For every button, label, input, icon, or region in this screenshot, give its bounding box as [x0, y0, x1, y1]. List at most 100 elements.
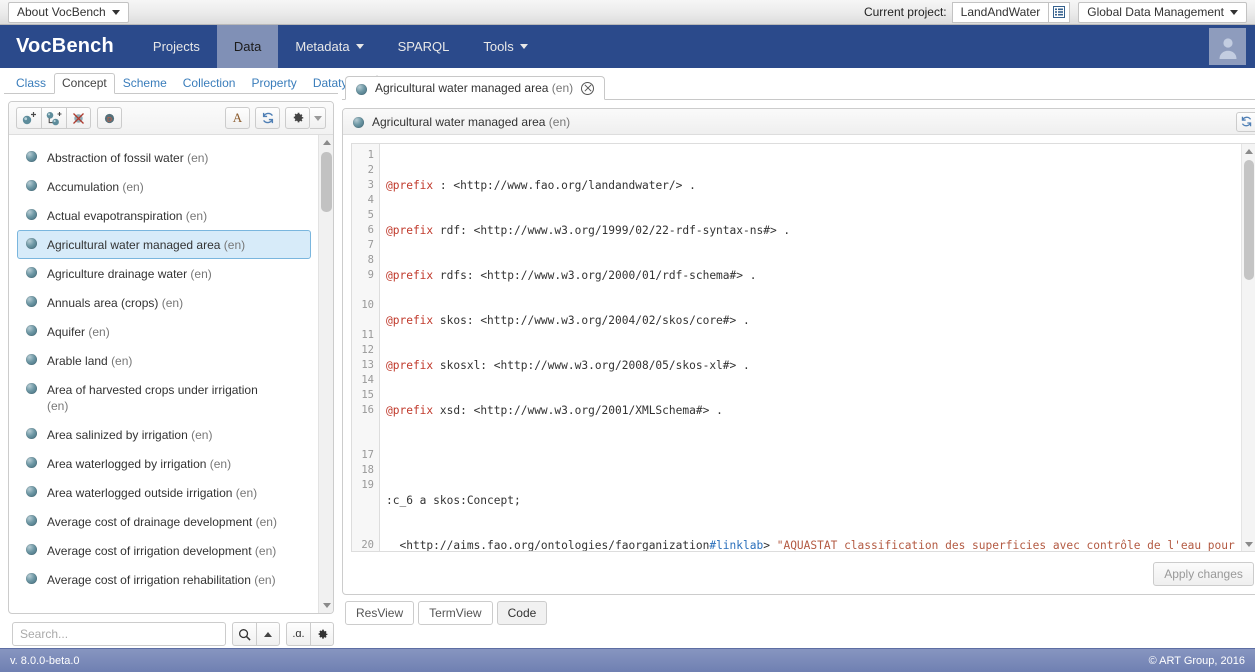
create-concept-icon[interactable]	[16, 107, 41, 129]
list-item[interactable]: Agriculture drainage water (en)	[17, 259, 311, 288]
code-text[interactable]: @prefix : <http://www.fao.org/landandwat…	[380, 144, 1255, 551]
nav-item-data-label: Data	[233, 39, 262, 54]
toggle-label-display-label: A	[232, 110, 243, 125]
toggle-label-display-button[interactable]: A	[225, 107, 250, 129]
concept-icon	[26, 515, 37, 526]
line-number: 8	[367, 254, 374, 266]
copyright-label: © ART Group, 2016	[1148, 654, 1245, 667]
concept-tree-list: Abstraction of fossil water (en) Accumul…	[9, 143, 333, 594]
refresh-icon[interactable]	[255, 107, 280, 129]
tab-concept[interactable]: Concept	[54, 73, 115, 94]
project-list-icon[interactable]	[1048, 1, 1071, 23]
nav-item-sparql-label: SPARQL	[397, 39, 450, 54]
tab-scheme-label: Scheme	[122, 76, 167, 90]
list-item[interactable]: Accumulation (en)	[17, 172, 311, 201]
scrollbar-thumb[interactable]	[321, 152, 332, 212]
concept-tree-panel: D A Abstraction of fossil water (en) Acc…	[8, 101, 334, 614]
search-language-button[interactable]: .ɑ.	[286, 622, 310, 646]
close-circle-icon[interactable]	[581, 81, 595, 95]
list-item[interactable]: Annuals area (crops) (en)	[17, 288, 311, 317]
tab-collection[interactable]: Collection	[175, 73, 244, 93]
line-number: 18	[361, 464, 374, 476]
nav-item-data[interactable]: Data	[216, 25, 279, 68]
concept-search-bar: .ɑ.	[12, 622, 334, 646]
code-line: :c_6 a skos:Concept;	[386, 494, 521, 507]
concept-tree[interactable]: Abstraction of fossil water (en) Accumul…	[9, 135, 333, 613]
apply-changes-button[interactable]: Apply changes	[1153, 562, 1254, 586]
tab-resview[interactable]: ResView	[345, 601, 415, 625]
list-item[interactable]: Actual evapotranspiration (en)	[17, 201, 311, 230]
code-editor-scrollbar[interactable]	[1240, 144, 1255, 551]
list-item[interactable]: Average cost of drainage development (en…	[17, 507, 311, 536]
concept-tree-scrollbar[interactable]	[318, 135, 333, 613]
list-item-selected[interactable]: Agricultural water managed area (en)	[17, 230, 311, 259]
list-item[interactable]: Area of harvested crops under irrigation…	[17, 375, 311, 420]
list-item-label: Average cost of drainage development (en…	[47, 515, 277, 529]
delete-concept-icon[interactable]	[66, 107, 91, 129]
list-item[interactable]: Aquifer (en)	[17, 317, 311, 346]
list-item[interactable]: Average cost of irrigation rehabilitatio…	[17, 565, 311, 594]
list-item[interactable]: Area waterlogged outside irrigation (en)	[17, 478, 311, 507]
scroll-up-arrow-icon[interactable]	[1242, 144, 1255, 158]
create-narrower-concept-icon[interactable]	[41, 107, 66, 129]
chevron-down-glyph	[313, 115, 322, 121]
list-item-label: Actual evapotranspiration (en)	[47, 209, 208, 223]
nav-item-tools[interactable]: Tools	[466, 25, 544, 68]
tab-collection-label: Collection	[182, 76, 236, 90]
list-item[interactable]: Area salinized by irrigation (en)	[17, 420, 311, 449]
nav-item-metadata[interactable]: Metadata	[278, 25, 380, 68]
deprecate-concept-icon[interactable]: D	[97, 107, 122, 129]
nav-item-sparql[interactable]: SPARQL	[381, 25, 467, 68]
list-item-label: Agriculture drainage water (en)	[47, 267, 212, 281]
tab-class[interactable]: Class	[8, 73, 54, 93]
tab-concept-label: Concept	[62, 76, 107, 90]
scrollbar-thumb[interactable]	[1243, 160, 1254, 280]
scroll-down-arrow-icon[interactable]	[1242, 537, 1255, 551]
scroll-down-arrow-icon[interactable]	[319, 598, 333, 613]
user-avatar-icon[interactable]	[1209, 28, 1246, 65]
search-settings-gear-icon[interactable]	[310, 622, 334, 646]
chevron-down-icon	[1230, 9, 1238, 15]
search-button[interactable]	[232, 622, 256, 646]
tab-scheme[interactable]: Scheme	[115, 73, 175, 93]
tree-settings-gear-icon[interactable]	[285, 107, 310, 129]
line-number: 16	[361, 404, 374, 416]
code-line: <http://aims.fao.org/ontologies/faorgani…	[399, 539, 1235, 551]
concept-icon	[26, 428, 37, 439]
current-project-value: LandAndWater	[951, 1, 1049, 23]
code-panel-header: Agricultural water managed area (en)	[343, 109, 1255, 135]
list-item-label: Annuals area (crops) (en)	[47, 296, 184, 310]
concept-icon	[26, 267, 37, 278]
line-number	[352, 283, 379, 298]
list-item[interactable]: Area waterlogged by irrigation (en)	[17, 449, 311, 478]
code-panel: Agricultural water managed area (en) 1 2…	[342, 108, 1255, 595]
code-editor[interactable]: 1 2 3 4 5 6 7 8 9 10 11 12 13 14 15 16 1…	[351, 143, 1255, 552]
role-selector-button[interactable]: Global Data Management	[1078, 1, 1247, 23]
tab-termview[interactable]: TermView	[418, 601, 493, 625]
nav-item-projects-label: Projects	[152, 39, 200, 54]
tab-property[interactable]: Property	[243, 73, 304, 93]
nav-item-projects[interactable]: Projects	[136, 25, 217, 68]
app-footer: v. 8.0.0-beta.0 © ART Group, 2016	[0, 648, 1255, 672]
left-tabstrip: Class Concept Scheme Collection Property…	[4, 73, 382, 94]
tab-code[interactable]: Code	[496, 601, 548, 625]
line-number: 17	[361, 449, 374, 461]
line-number: 14	[361, 374, 374, 386]
list-item[interactable]: Average cost of irrigation development (…	[17, 536, 311, 565]
navbar-spacer	[545, 25, 1209, 68]
concept-icon	[26, 238, 37, 249]
resource-tab[interactable]: Agricultural water managed area (en)	[345, 76, 606, 100]
search-options-chevron-up-icon[interactable]	[256, 622, 280, 646]
tab-property-label: Property	[251, 76, 297, 90]
brand-logo[interactable]: VocBench	[0, 25, 136, 68]
list-item[interactable]: Arable land (en)	[17, 346, 311, 375]
scroll-up-arrow-icon[interactable]	[319, 135, 333, 150]
line-number: 5	[367, 209, 374, 221]
list-item[interactable]: Abstraction of fossil water (en)	[17, 143, 311, 172]
about-vocbench-button[interactable]: About VocBench	[8, 1, 129, 23]
concept-icon	[356, 83, 367, 95]
code-refresh-icon[interactable]	[1235, 111, 1255, 132]
search-input[interactable]	[12, 622, 226, 646]
resource-tabstrip: Agricultural water managed area (en)	[342, 74, 1255, 100]
tree-settings-chevron-down-icon[interactable]	[310, 107, 326, 129]
